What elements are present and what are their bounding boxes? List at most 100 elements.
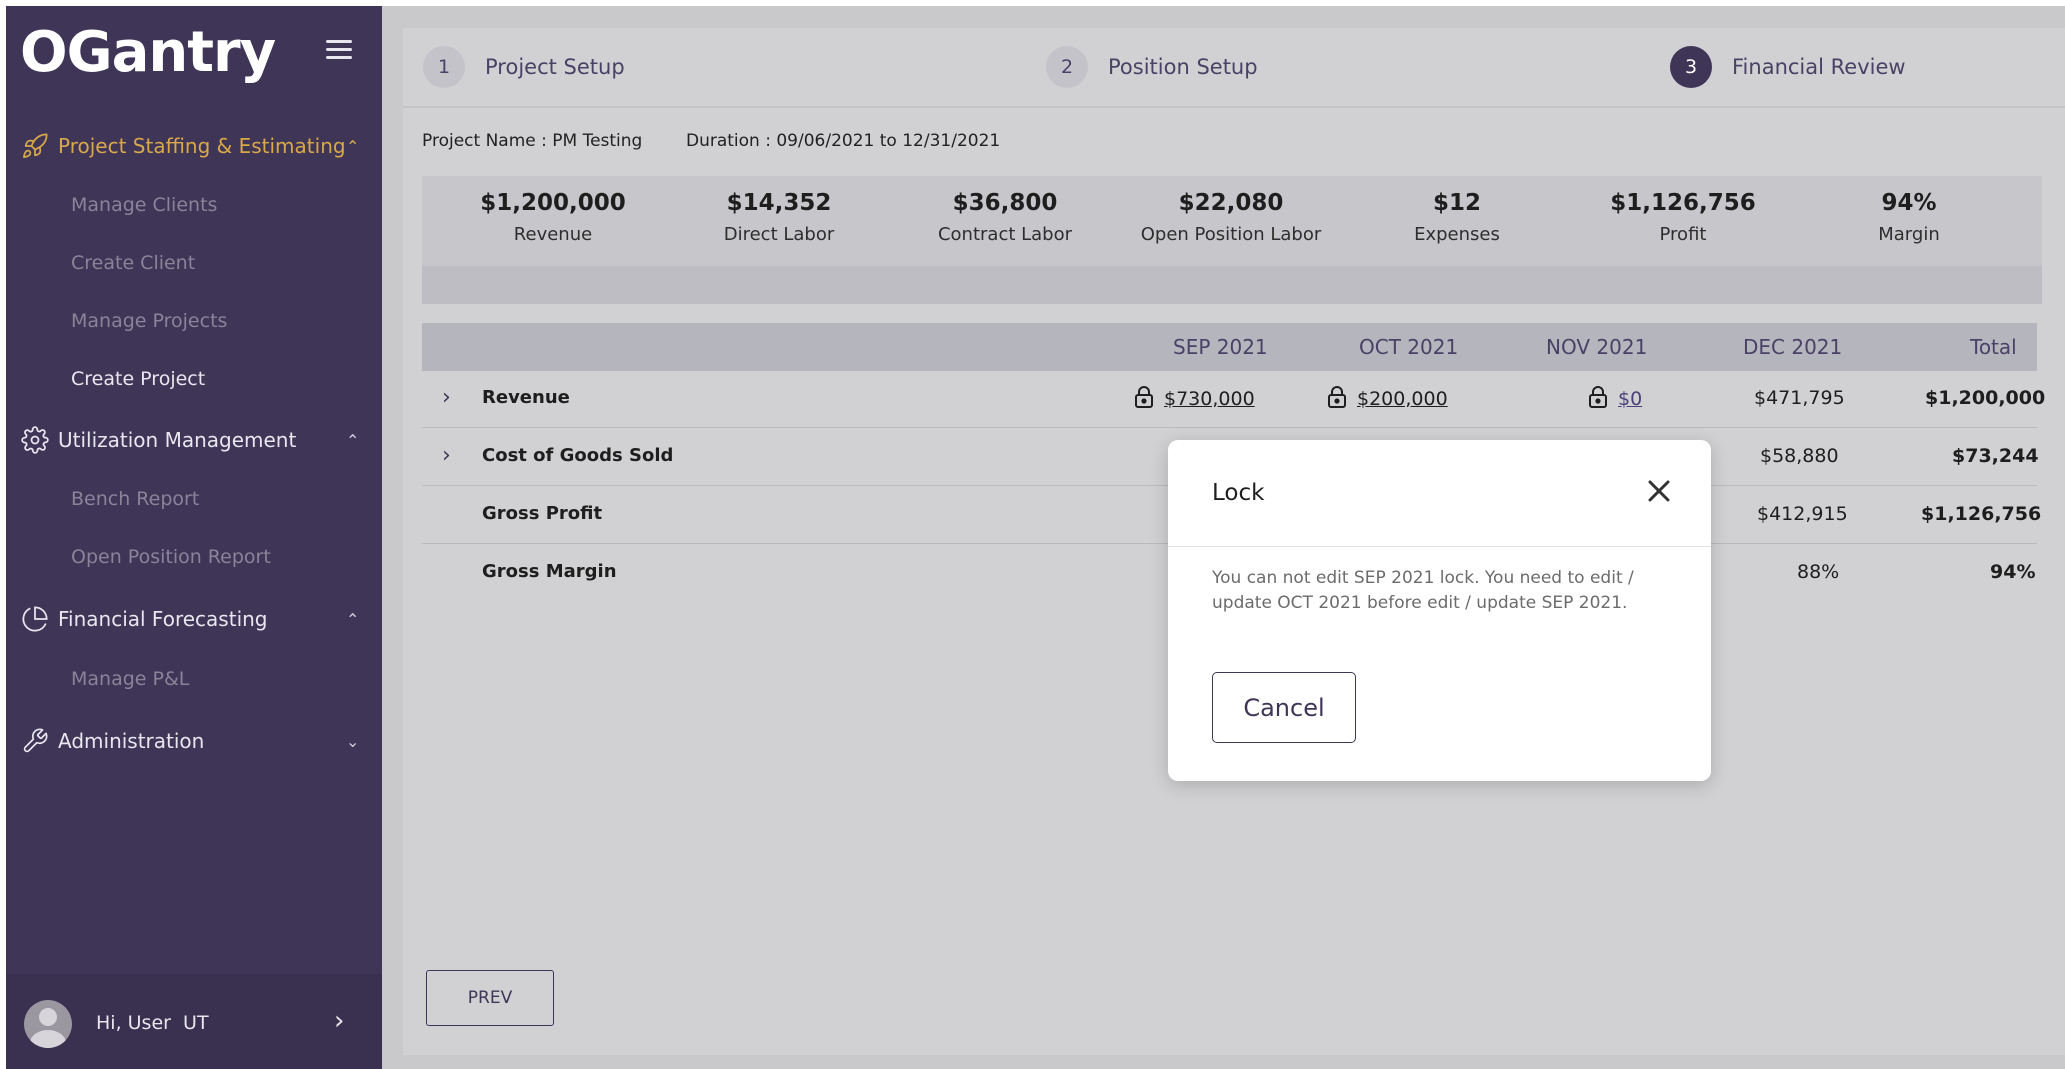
summary-panel: $1,200,000 Revenue $14,352 Direct Labor $3…	[422, 176, 2042, 304]
chevron-right-icon[interactable]: ›	[442, 443, 451, 468]
metric-label: Expenses	[1414, 224, 1500, 245]
dialog-title: Lock	[1212, 480, 1265, 506]
chevron-right-icon[interactable]: ›	[442, 385, 451, 410]
step-label: Project Setup	[485, 55, 625, 79]
metric-value: $36,800	[952, 190, 1058, 216]
metric-revenue: $1,200,000 Revenue	[443, 190, 663, 245]
prev-button[interactable]: PREV	[426, 970, 554, 1026]
metric-value: $14,352	[726, 190, 832, 216]
table-row: › Revenue $730,000 $200,000 $0 $471,795 …	[422, 371, 2045, 428]
project-duration: Duration : 09/06/2021 to 12/31/2021	[686, 131, 1001, 151]
step-project-setup[interactable]: 1 Project Setup	[423, 46, 625, 88]
chevron-up-icon: ⌃	[346, 430, 360, 450]
gross-profit-total-value: $1,126,756	[1921, 503, 2042, 525]
column-header: Total	[1970, 335, 2017, 359]
pie-chart-icon	[20, 604, 50, 634]
metric-label: Contract Labor	[937, 224, 1073, 245]
nav-section-project-staffing[interactable]: Project Staffing & Estimating ⌃	[6, 126, 382, 166]
metric-value: $12	[1432, 190, 1481, 216]
user-greeting: Hi, User UT	[96, 1012, 209, 1034]
locked-cell-oct: $200,000	[1327, 385, 1448, 413]
table-header: SEP 2021 OCT 2021 NOV 2021 DEC 2021 Tota…	[422, 323, 2037, 371]
cogs-total-value: $73,244	[1952, 445, 2039, 467]
project-info: Project Name : PM Testing Duration : 09/…	[422, 131, 1000, 151]
chevron-down-icon: ⌄	[346, 731, 360, 751]
lock-icon[interactable]	[1327, 385, 1347, 413]
metric-margin: 94% Margin	[1799, 190, 2019, 245]
metric-expenses: $12 Expenses	[1347, 190, 1567, 245]
gear-icon	[20, 425, 50, 455]
row-label: Cost of Goods Sold	[482, 445, 674, 466]
revenue-oct-value[interactable]: $200,000	[1357, 388, 1448, 410]
row-label: Gross Margin	[482, 561, 617, 582]
metric-profit: $1,126,756 Profit	[1573, 190, 1793, 245]
user-profile-bar[interactable]: Hi, User UT ›	[6, 974, 382, 1069]
cancel-button[interactable]: Cancel	[1212, 672, 1356, 743]
avatar	[24, 1000, 72, 1048]
sidebar-item-manage-pl[interactable]: Manage P&L	[71, 668, 189, 690]
lock-dialog: Lock You can not edit SEP 2021 lock. You…	[1168, 440, 1711, 781]
metric-contract-labor: $36,800 Contract Labor	[895, 190, 1115, 245]
column-header: SEP 2021	[1173, 335, 1268, 359]
metric-open-position-labor: $22,080 Open Position Labor	[1121, 190, 1341, 245]
revenue-nov-value[interactable]: $0	[1618, 388, 1642, 410]
metric-direct-labor: $14,352 Direct Labor	[669, 190, 889, 245]
step-number: 2	[1046, 46, 1088, 88]
chevron-up-icon: ⌃	[346, 609, 360, 629]
step-position-setup[interactable]: 2 Position Setup	[1046, 46, 1258, 88]
step-number: 1	[423, 46, 465, 88]
close-icon[interactable]	[1644, 476, 1674, 506]
step-number: 3	[1670, 46, 1712, 88]
step-label: Position Setup	[1108, 55, 1258, 79]
nav-section-label: Administration	[58, 729, 205, 753]
cogs-dec-value: $58,880	[1760, 445, 1839, 467]
user-greeting-text: Hi, User	[96, 1012, 171, 1034]
revenue-dec-value: $471,795	[1754, 387, 1845, 409]
dialog-message: You can not edit SEP 2021 lock. You need…	[1212, 568, 1634, 613]
sidebar: OGantry Project Staffing & Estimating ⌃ …	[6, 6, 382, 1069]
nav-section-label: Utilization Management	[58, 428, 297, 452]
sidebar-item-bench-report[interactable]: Bench Report	[71, 488, 199, 510]
row-label: Gross Profit	[482, 503, 603, 524]
dialog-divider	[1168, 546, 1711, 547]
nav-section-utilization[interactable]: Utilization Management ⌃	[6, 420, 382, 460]
row-label: Revenue	[482, 387, 570, 408]
nav-section-administration[interactable]: Administration ⌄	[6, 721, 382, 761]
metric-label: Margin	[1878, 224, 1940, 245]
column-header: OCT 2021	[1359, 335, 1459, 359]
gross-margin-dec-value: 88%	[1797, 561, 1840, 583]
chevron-up-icon: ⌃	[346, 136, 360, 156]
metric-value: $1,126,756	[1610, 190, 1756, 216]
sidebar-item-create-project[interactable]: Create Project	[71, 368, 205, 390]
locked-cell-nov: $0	[1588, 385, 1642, 413]
locked-cell-sep: $730,000	[1134, 385, 1255, 413]
nav-section-financial-forecasting[interactable]: Financial Forecasting ⌃	[6, 599, 382, 639]
sidebar-item-manage-projects[interactable]: Manage Projects	[71, 310, 227, 332]
metric-value: $22,080	[1178, 190, 1284, 216]
column-header: NOV 2021	[1546, 335, 1648, 359]
stepper: 1 Project Setup 2 Position Setup 3 Finan…	[403, 28, 2065, 108]
gross-margin-total-value: 94%	[1990, 561, 2036, 583]
rocket-icon	[20, 131, 50, 161]
sidebar-item-create-client[interactable]: Create Client	[71, 252, 195, 274]
project-name: Project Name : PM Testing	[422, 131, 643, 151]
app-logo[interactable]: OGantry	[20, 20, 276, 85]
sidebar-item-open-position-report[interactable]: Open Position Report	[71, 546, 271, 568]
lock-icon[interactable]	[1588, 385, 1608, 413]
metric-label: Profit	[1659, 224, 1707, 245]
metric-value: 94%	[1881, 190, 1937, 216]
step-label: Financial Review	[1732, 55, 1906, 79]
revenue-total-value: $1,200,000	[1925, 387, 2046, 409]
metric-label: Open Position Labor	[1140, 224, 1322, 245]
chevron-right-icon[interactable]: ›	[334, 1006, 344, 1036]
metric-label: Revenue	[513, 224, 593, 245]
summary-band	[422, 266, 2042, 304]
gross-profit-dec-value: $412,915	[1757, 503, 1848, 525]
step-financial-review[interactable]: 3 Financial Review	[1670, 46, 1906, 88]
wrench-icon	[20, 726, 50, 756]
hamburger-menu-icon[interactable]	[326, 40, 352, 60]
column-header: DEC 2021	[1743, 335, 1843, 359]
revenue-sep-value[interactable]: $730,000	[1164, 388, 1255, 410]
sidebar-item-manage-clients[interactable]: Manage Clients	[71, 194, 217, 216]
lock-icon[interactable]	[1134, 385, 1154, 413]
